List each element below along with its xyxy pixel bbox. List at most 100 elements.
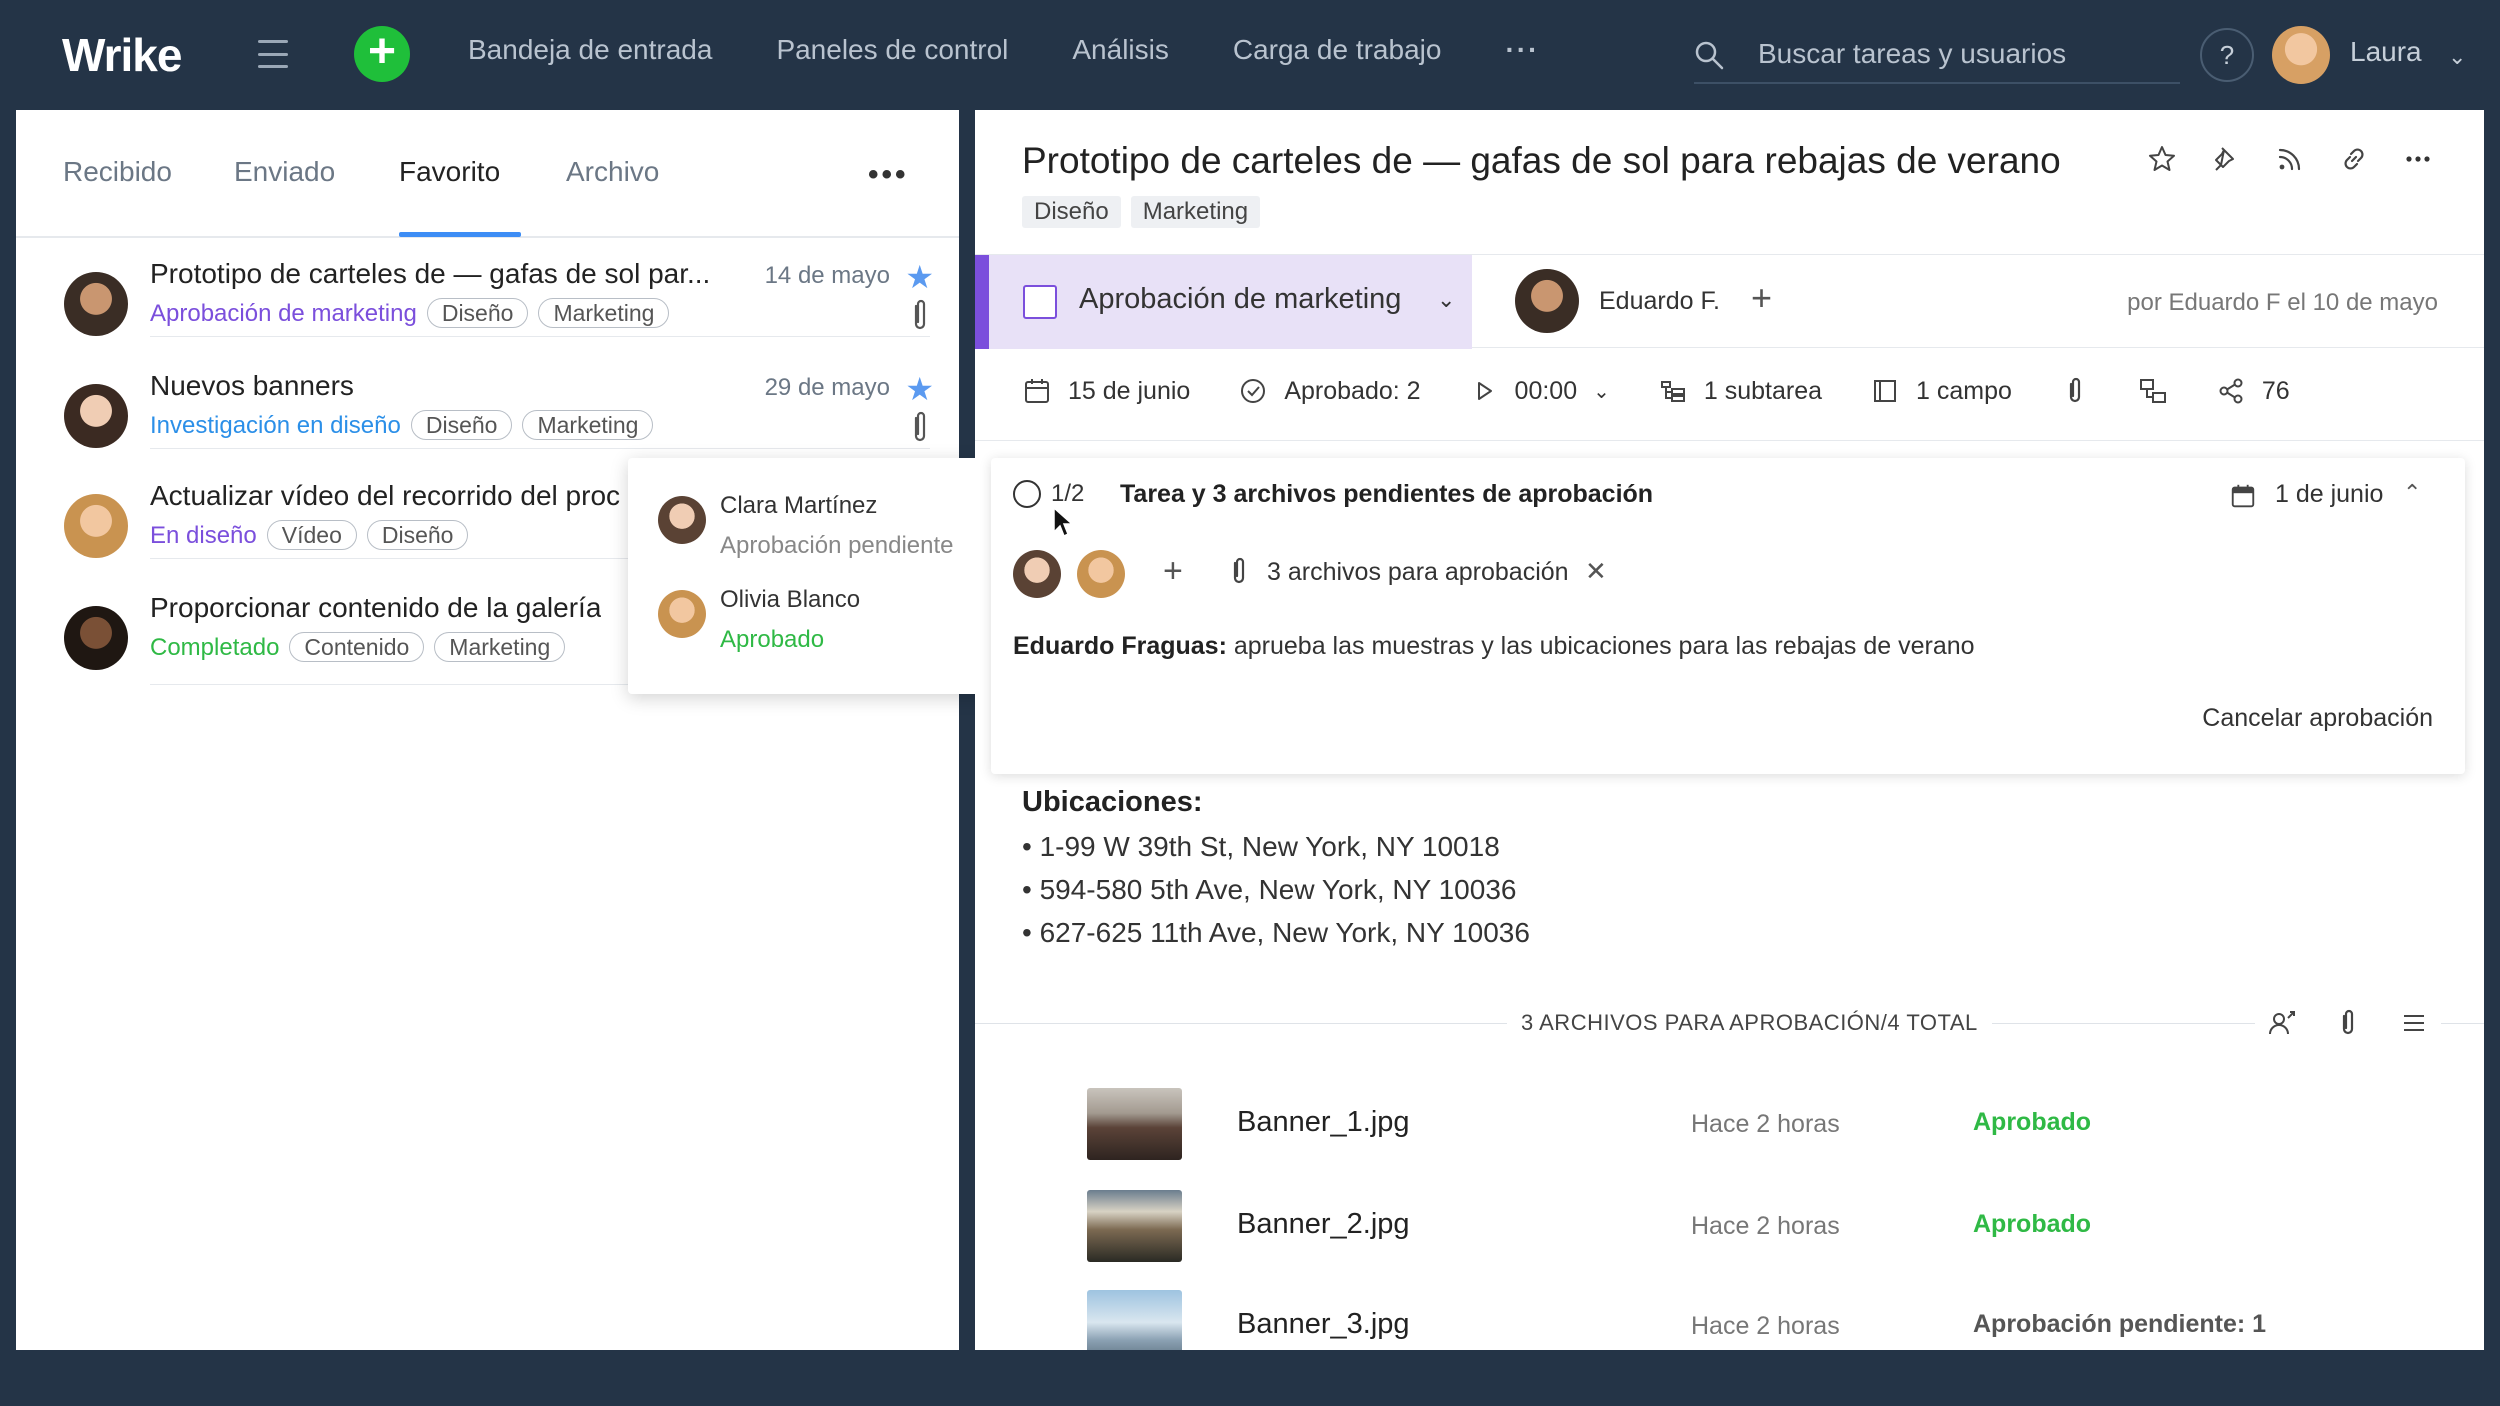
- hamburger-menu-icon[interactable]: [258, 40, 288, 68]
- user-name[interactable]: Laura: [2350, 36, 2422, 68]
- tag[interactable]: Diseño: [426, 298, 529, 328]
- approval-author: Eduardo Fraguas:: [1013, 632, 1227, 660]
- tag[interactable]: Diseño: [410, 410, 513, 440]
- paperclip-icon[interactable]: [2060, 376, 2090, 406]
- task-meta-row: 15 de junio Aprobado: 2 00:00 ⌄ 1 subtar…: [1022, 376, 2290, 406]
- file-status: Aprobación pendiente: 1: [1973, 1310, 2267, 1338]
- tab-sent[interactable]: Enviado: [234, 156, 335, 188]
- nav-dashboards[interactable]: Paneles de control: [776, 34, 1008, 66]
- tag[interactable]: Diseño: [366, 520, 469, 550]
- rss-feed-icon[interactable]: [2275, 144, 2305, 174]
- search-icon[interactable]: [1694, 40, 1724, 70]
- file-name[interactable]: Banner_3.jpg: [1237, 1308, 1410, 1341]
- task-list-item[interactable]: Prototipo de carteles de — gafas de sol …: [64, 258, 934, 366]
- tag[interactable]: Vídeo: [266, 520, 357, 550]
- create-new-button[interactable]: +: [354, 26, 410, 82]
- file-name[interactable]: Banner_2.jpg: [1237, 1208, 1410, 1241]
- link-icon[interactable]: [2339, 144, 2369, 174]
- approver-name: Clara Martínez: [720, 492, 878, 519]
- tabs-more-icon[interactable]: •••: [868, 158, 909, 192]
- file-row[interactable]: Banner_1.jpg Hace 2 horas Aprobado: [1087, 1088, 2437, 1160]
- star-outline-icon[interactable]: [2147, 144, 2177, 174]
- file-thumbnail[interactable]: [1087, 1190, 1182, 1262]
- timer-label: 00:00: [1514, 376, 1578, 405]
- user-avatar[interactable]: [2272, 26, 2330, 84]
- file-time: Hace 2 horas: [1691, 1110, 1840, 1138]
- file-thumbnail[interactable]: [1087, 1290, 1182, 1350]
- tag[interactable]: Marketing: [434, 632, 566, 662]
- status-label[interactable]: En diseño: [150, 522, 257, 549]
- approval-files-link[interactable]: 3 archivos para aprobación: [1267, 558, 1569, 587]
- paperclip-icon[interactable]: [2333, 1008, 2363, 1038]
- avatar[interactable]: [1013, 550, 1061, 598]
- tag[interactable]: Contenido: [289, 632, 425, 662]
- task-title-heading[interactable]: Prototipo de carteles de — gafas de sol …: [1022, 140, 2061, 182]
- tag[interactable]: Marketing: [522, 410, 654, 440]
- approval-due-date[interactable]: 1 de junio: [2275, 480, 2383, 509]
- subtasks-label: 1 subtarea: [1703, 376, 1823, 405]
- file-row[interactable]: Banner_2.jpg Hace 2 horas Aprobado: [1087, 1190, 2437, 1262]
- wrike-logo[interactable]: Wrike: [62, 28, 182, 82]
- search-input[interactable]: [1758, 34, 2168, 74]
- file-thumbnail[interactable]: [1087, 1088, 1182, 1160]
- nav-inbox[interactable]: Bandeja de entrada: [468, 34, 712, 66]
- approvers-popover: Clara Martínez Aprobación pendiente Oliv…: [628, 458, 998, 694]
- avatar[interactable]: [1077, 550, 1125, 598]
- avatar: [64, 384, 128, 448]
- check-circle-icon: [1241, 379, 1266, 403]
- star-icon[interactable]: ★: [905, 370, 934, 408]
- task-description[interactable]: Ubicaciones: • 1-99 W 39th St, New York,…: [1022, 786, 1530, 954]
- tab-archive[interactable]: Archivo: [566, 156, 659, 188]
- more-options-icon[interactable]: [2403, 144, 2433, 174]
- avatar: [64, 606, 128, 670]
- subtasks[interactable]: 1 subtarea: [1658, 376, 1822, 406]
- assign-user-icon[interactable]: [2267, 1008, 2297, 1038]
- share-icon: [2219, 378, 2243, 404]
- status-label[interactable]: Aprobación de marketing: [150, 300, 417, 327]
- nav-workload[interactable]: Carga de trabajo: [1233, 34, 1442, 66]
- avatar[interactable]: [1515, 269, 1579, 333]
- approval-status-circle-icon[interactable]: [1013, 480, 1041, 508]
- file-row[interactable]: Banner_3.jpg Hace 2 horas Aprobación pen…: [1087, 1290, 2437, 1350]
- status-label[interactable]: Completado: [150, 634, 279, 661]
- close-icon[interactable]: ✕: [1585, 556, 1607, 587]
- tab-favorites[interactable]: Favorito: [399, 156, 500, 188]
- status-label[interactable]: Investigación en diseño: [150, 412, 401, 439]
- nav-analytics[interactable]: Análisis: [1072, 34, 1168, 66]
- assignee-name[interactable]: Eduardo F.: [1599, 287, 1720, 316]
- add-approver-button[interactable]: +: [1163, 552, 1183, 591]
- calendar-icon[interactable]: [2229, 482, 2257, 510]
- collapse-chevron-icon[interactable]: ⌃: [2403, 480, 2421, 506]
- tag[interactable]: Marketing: [538, 298, 670, 328]
- tag[interactable]: Diseño: [1022, 196, 1121, 228]
- tab-received[interactable]: Recibido: [63, 156, 172, 188]
- workflow-status-dropdown[interactable]: Aprobación de marketing ⌄: [975, 255, 1472, 349]
- time-tracker[interactable]: 00:00 ⌄: [1469, 376, 1610, 406]
- star-icon[interactable]: ★: [905, 258, 934, 296]
- task-title[interactable]: Prototipo de carteles de — gafas de sol …: [150, 258, 710, 290]
- approvals[interactable]: Aprobado: 2: [1238, 376, 1421, 406]
- cancel-approval-button[interactable]: Cancelar aprobación: [2202, 704, 2433, 733]
- due-date-label: 15 de junio: [1068, 376, 1191, 405]
- list-view-icon[interactable]: [2399, 1008, 2429, 1038]
- subtask-icon: [1660, 381, 1685, 402]
- add-assignee-button[interactable]: +: [1751, 277, 1772, 319]
- dependencies-icon[interactable]: [2138, 376, 2168, 406]
- file-name[interactable]: Banner_1.jpg: [1237, 1106, 1410, 1139]
- due-date[interactable]: 15 de junio: [1022, 376, 1190, 406]
- nav-more-icon[interactable]: ···: [1505, 34, 1539, 66]
- task-title[interactable]: Proporcionar contenido de la galería: [150, 592, 601, 624]
- status-checkbox[interactable]: [1023, 285, 1057, 319]
- help-button[interactable]: ?: [2200, 28, 2254, 82]
- status-row: Aprobación de marketing ⌄ Eduardo F. + p…: [975, 254, 2484, 349]
- user-menu-chevron-icon[interactable]: ⌄: [2448, 44, 2466, 70]
- tag[interactable]: Marketing: [1130, 196, 1261, 228]
- task-title[interactable]: Actualizar vídeo del recorrido del proc: [150, 480, 620, 512]
- share[interactable]: 76: [2216, 376, 2290, 406]
- location-item: • 1-99 W 39th St, New York, NY 10018: [1022, 831, 1500, 862]
- custom-fields[interactable]: 1 campo: [1870, 376, 2012, 406]
- approver-status: Aprobación pendiente: [720, 532, 954, 559]
- main-nav: Bandeja de entrada Paneles de control An…: [468, 34, 1539, 66]
- pin-icon[interactable]: [2211, 144, 2241, 174]
- task-title[interactable]: Nuevos banners: [150, 370, 354, 402]
